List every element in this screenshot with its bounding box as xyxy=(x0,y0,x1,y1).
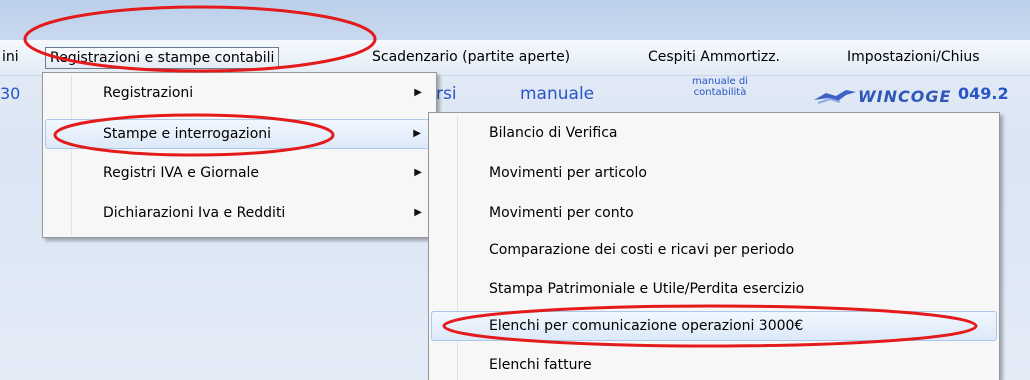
submenu-arrow-icon: ▶ xyxy=(413,128,421,139)
runner-logo-icon xyxy=(814,90,856,104)
menubar-item-registrazioni[interactable]: Registrazioni e stampe contabili xyxy=(45,47,280,69)
submenu-arrow-icon: ▶ xyxy=(414,167,422,178)
toolbar-fragment-left[interactable]: 30 xyxy=(0,84,20,103)
menubar-item-scadenzario[interactable]: Scadenzario (partite aperte) xyxy=(368,47,574,69)
menu-item-registri-iva[interactable]: Registri IVA e Giornale ▶ xyxy=(45,159,434,189)
menu-item-stampa-patrimoniale[interactable]: Stampa Patrimoniale e Utile/Perdita eser… xyxy=(431,275,997,305)
menu-item-label: Stampe e interrogazioni xyxy=(103,126,272,142)
menu-item-movimenti-conto[interactable]: Movimenti per conto xyxy=(431,199,997,229)
menu-item-elenchi-operazioni-3000[interactable]: Elenchi per comunicazione operazioni 300… xyxy=(431,311,997,341)
submenu-arrow-icon: ▶ xyxy=(414,207,422,218)
wincoge-logo[interactable]: WINCOGE xyxy=(812,85,951,107)
manuale-contabilita-link[interactable]: manuale di contabilità xyxy=(688,76,752,98)
menu-item-label: Dichiarazioni Iva e Redditi xyxy=(103,205,286,221)
manuale-link[interactable]: manuale xyxy=(520,84,594,104)
menu-item-label: Elenchi fatture xyxy=(489,357,592,373)
menu-item-comparazione-costi-ricavi[interactable]: Comparazione dei costi e ricavi per peri… xyxy=(431,236,997,266)
menu-item-label: Comparazione dei costi e ricavi per peri… xyxy=(489,242,795,258)
menu-item-label: Elenchi per comunicazione operazioni 300… xyxy=(489,318,804,334)
menu-item-dichiarazioni[interactable]: Dichiarazioni Iva e Redditi ▶ xyxy=(45,199,434,229)
menu-bar: ini Registrazioni e stampe contabili Sca… xyxy=(0,40,1030,76)
submenu-arrow-icon: ▶ xyxy=(414,87,422,98)
menubar-item-ini[interactable]: ini xyxy=(0,47,23,69)
window-titlebar xyxy=(0,0,1030,40)
phone-number: 049.2 xyxy=(958,84,1009,103)
menu-item-bilancio-verifica[interactable]: Bilancio di Verifica xyxy=(431,119,997,149)
menu-item-label: Movimenti per conto xyxy=(489,205,634,221)
menubar-item-impostazioni[interactable]: Impostazioni/Chius xyxy=(843,47,984,69)
menu-item-label: Stampa Patrimoniale e Utile/Perdita eser… xyxy=(489,281,805,297)
menu-item-label: Bilancio di Verifica xyxy=(489,125,618,141)
menu-item-movimenti-articolo[interactable]: Movimenti per articolo xyxy=(431,159,997,189)
menu-item-stampe-interrogazioni[interactable]: Stampe e interrogazioni ▶ xyxy=(45,119,434,149)
menu-item-elenchi-fatture[interactable]: Elenchi fatture xyxy=(431,351,997,380)
logo-text: WINCOGE xyxy=(858,86,952,106)
menu-registrazioni: Registrazioni ▶ Stampe e interrogazioni … xyxy=(42,72,437,238)
submenu-stampe-interrogazioni: Bilancio di Verifica Movimenti per artic… xyxy=(428,112,1000,380)
menu-item-label: Registrazioni xyxy=(103,85,194,101)
menu-item-label: Registri IVA e Giornale xyxy=(103,165,260,181)
menu-item-registrazioni[interactable]: Registrazioni ▶ xyxy=(45,79,434,109)
menu-item-label: Movimenti per articolo xyxy=(489,165,647,181)
menubar-item-cespiti[interactable]: Cespiti Ammortizz. xyxy=(644,47,784,69)
corsi-link[interactable]: rsi xyxy=(436,84,457,104)
